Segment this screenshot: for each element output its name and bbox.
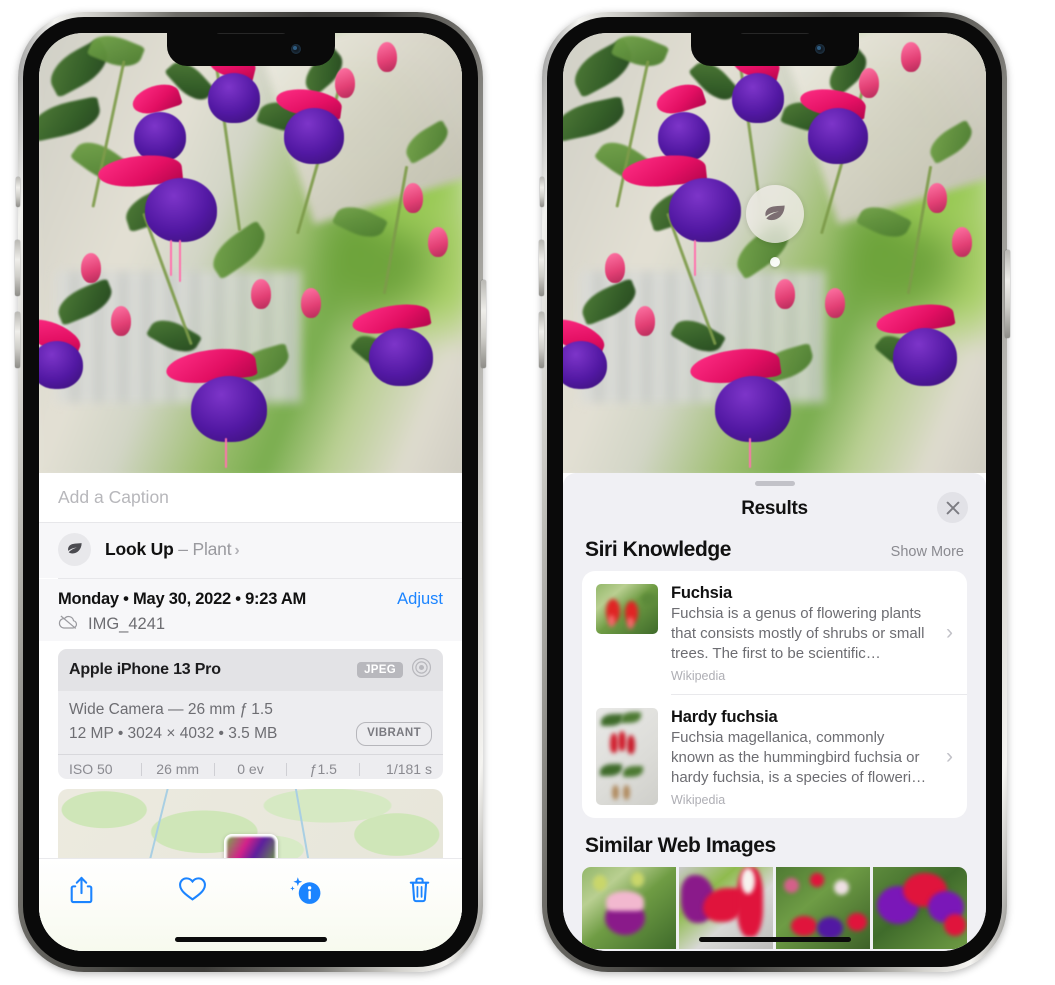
leaf-icon bbox=[745, 185, 804, 243]
knowledge-title: Hardy fuchsia bbox=[671, 707, 778, 726]
front-camera-icon bbox=[290, 44, 301, 54]
sparkle-icon: ✦ bbox=[39, 517, 41, 532]
photo-thumbnail-pin[interactable] bbox=[223, 834, 278, 859]
section-title: Siri Knowledge bbox=[585, 538, 732, 561]
screenshot-stage: Add a Caption ✦ ✦ Look Up – Plant› Monda… bbox=[0, 0, 1055, 985]
photo-flowers bbox=[39, 33, 462, 473]
knowledge-title: Fuchsia bbox=[671, 584, 732, 602]
info-sparkle-icon[interactable] bbox=[290, 875, 323, 911]
volume-down-button[interactable] bbox=[539, 312, 544, 368]
format-badge: JPEG bbox=[357, 662, 403, 678]
knowledge-description: Fuchsia magellanica, commonly known as t… bbox=[671, 728, 927, 786]
photo-info-sheet: Add a Caption ✦ ✦ Look Up – Plant› Monda… bbox=[39, 473, 462, 951]
similar-image-thumbnail[interactable] bbox=[873, 866, 967, 949]
results-header: Results bbox=[563, 486, 986, 532]
exif-focal: 26 mm bbox=[156, 761, 200, 778]
exif-exposure: 0 ev bbox=[237, 761, 264, 778]
aperture-icon bbox=[411, 657, 432, 683]
chevron-right-icon: › bbox=[234, 542, 240, 560]
volume-down-button[interactable] bbox=[15, 312, 20, 368]
similar-web-images-header: Similar Web Images bbox=[563, 818, 986, 864]
trash-icon[interactable] bbox=[407, 875, 432, 909]
front-camera-icon bbox=[814, 44, 825, 54]
cloud-slash-icon bbox=[58, 614, 79, 635]
caption-input[interactable]: Add a Caption bbox=[39, 473, 462, 524]
leaf-icon bbox=[58, 533, 91, 567]
show-more-button[interactable]: Show More bbox=[891, 544, 964, 560]
filename-text: IMG_4241 bbox=[88, 615, 166, 633]
exif-aperture: ƒ1.5 bbox=[309, 761, 337, 778]
knowledge-source: Wikipedia bbox=[671, 668, 726, 683]
knowledge-source: Wikipedia bbox=[671, 792, 726, 807]
right-phone-screen: Results Siri Knowledge Show More Fuchsia… bbox=[563, 33, 986, 951]
lens-description: Wide Camera — 26 mm ƒ 1.5 bbox=[69, 701, 273, 718]
camera-device-name: Apple iPhone 13 Pro bbox=[69, 661, 221, 678]
look-up-row[interactable]: ✦ ✦ Look Up – Plant› bbox=[39, 517, 462, 579]
photo-viewer[interactable] bbox=[39, 33, 462, 473]
similar-image-thumbnail[interactable] bbox=[582, 866, 676, 949]
volume-up-button[interactable] bbox=[539, 240, 544, 296]
siri-knowledge-card: Fuchsia Fuchsia is a genus of flowering … bbox=[582, 571, 967, 818]
side-power-button[interactable] bbox=[481, 280, 486, 368]
resolution-size-text: 12 MP • 3024 × 4032 • 3.5 MB bbox=[69, 725, 278, 743]
chevron-right-icon: › bbox=[946, 621, 953, 645]
heart-icon[interactable] bbox=[178, 875, 207, 907]
date-time-text: Monday • May 30, 2022 • 9:23 AM bbox=[58, 590, 307, 608]
visual-lookup-leaf-badge[interactable] bbox=[745, 185, 804, 267]
exif-row: ISO 50 26 mm 0 ev ƒ1.5 1/181 s bbox=[58, 754, 443, 779]
siri-knowledge-header: Siri Knowledge Show More bbox=[563, 532, 986, 571]
left-iphone-device: Add a Caption ✦ ✦ Look Up – Plant› Monda… bbox=[15, 12, 486, 972]
notch bbox=[690, 33, 859, 66]
silent-switch[interactable] bbox=[16, 177, 20, 207]
left-phone-screen: Add a Caption ✦ ✦ Look Up – Plant› Monda… bbox=[39, 33, 462, 951]
close-button[interactable] bbox=[937, 492, 968, 523]
exif-iso: ISO 50 bbox=[69, 761, 113, 778]
photo-metadata: Monday • May 30, 2022 • 9:23 AM Adjust I… bbox=[39, 579, 462, 641]
photo-toolbar bbox=[39, 858, 462, 951]
earpiece-speaker-icon bbox=[214, 33, 287, 34]
section-title: Similar Web Images bbox=[585, 833, 776, 857]
notch bbox=[166, 33, 335, 66]
camera-info-card[interactable]: Apple iPhone 13 Pro JPEG Wide Camera — 2… bbox=[58, 649, 443, 779]
share-icon[interactable] bbox=[69, 875, 94, 910]
leaf-badge-anchor-dot bbox=[769, 257, 780, 267]
silent-switch[interactable] bbox=[540, 177, 544, 207]
home-indicator[interactable] bbox=[174, 937, 327, 942]
right-iphone-device: Results Siri Knowledge Show More Fuchsia… bbox=[539, 12, 1010, 972]
adjust-button[interactable]: Adjust bbox=[397, 590, 443, 609]
look-up-label: Look Up – Plant › bbox=[105, 539, 240, 560]
results-sheet: Results Siri Knowledge Show More Fuchsia… bbox=[563, 473, 986, 951]
exif-shutter: 1/181 s bbox=[386, 761, 432, 778]
chevron-right-icon: › bbox=[946, 745, 953, 769]
earpiece-speaker-icon bbox=[738, 33, 811, 34]
knowledge-description: Fuchsia is a genus of flowering plants t… bbox=[671, 605, 925, 662]
vibrant-badge: VIBRANT bbox=[356, 722, 432, 746]
knowledge-thumbnail bbox=[596, 707, 658, 805]
volume-up-button[interactable] bbox=[15, 240, 20, 296]
knowledge-thumbnail bbox=[596, 584, 658, 634]
home-indicator[interactable] bbox=[698, 937, 851, 942]
results-title: Results bbox=[741, 498, 808, 519]
photo-viewer[interactable] bbox=[563, 33, 986, 473]
knowledge-row[interactable]: Fuchsia Fuchsia is a genus of flowering … bbox=[582, 571, 967, 694]
side-power-button[interactable] bbox=[1005, 250, 1010, 338]
location-map[interactable] bbox=[58, 788, 443, 859]
knowledge-row[interactable]: Hardy fuchsia Fuchsia magellanica, commo… bbox=[582, 695, 967, 818]
